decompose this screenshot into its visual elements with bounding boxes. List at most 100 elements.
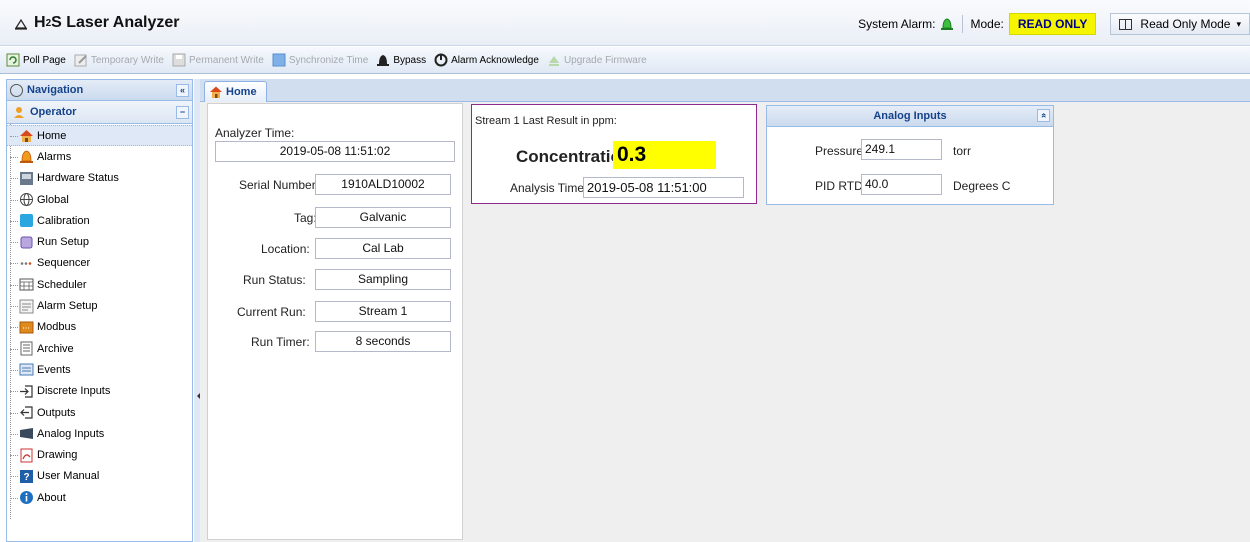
serial-number-field: 1910ALD10002 [315, 174, 451, 195]
sidebar-item-label: Scheduler [37, 278, 87, 291]
location-label: Location: [261, 242, 310, 256]
mode-badge: READ ONLY [1008, 13, 1097, 35]
sidebar-item-modbus[interactable]: Modbus [7, 317, 192, 338]
navigation-title: Navigation [27, 84, 84, 96]
acknowledge-icon [434, 53, 448, 67]
operator-section-header[interactable]: Operator − [7, 101, 192, 124]
title-bar: H2S Laser Analyzer System Alarm: Mode: R… [0, 0, 1250, 46]
warning-triangle-icon [14, 18, 28, 30]
sidebar-item-label: Events [37, 363, 71, 376]
poll-page-button[interactable]: Poll Page [6, 53, 66, 67]
sidebar-item-label: Alarm Setup [37, 300, 98, 313]
analog-inputs-icon [20, 428, 33, 440]
home-icon [20, 130, 33, 143]
sidebar-item-outputs[interactable]: Outputs [7, 402, 192, 423]
sidebar-item-label: Run Setup [37, 236, 89, 249]
about-icon [20, 491, 33, 505]
sidebar-item-about[interactable]: About [7, 487, 192, 508]
run-status-field: Sampling [315, 269, 451, 290]
sidebar-item-label: Outputs [37, 406, 76, 419]
pressure-label: Pressure [815, 144, 864, 158]
sidebar-item-label: Calibration [37, 214, 90, 227]
analog-inputs-panel: Analog Inputs » Pressure 249.1 torr PID … [766, 105, 1054, 205]
tag-field: Galvanic [315, 207, 451, 228]
sidebar-item-global[interactable]: Global [7, 189, 192, 210]
pressure-field: 249.1 [861, 139, 942, 160]
sidebar-item-label: Modbus [37, 321, 77, 334]
sidebar-item-label: Drawing [37, 449, 78, 462]
current-run-label: Current Run: [237, 305, 306, 319]
bypass-button[interactable]: Bypass [376, 53, 426, 67]
svg-text:?: ? [23, 472, 29, 483]
temporary-write-button[interactable]: Temporary Write [74, 53, 164, 67]
sidebar-item-label: User Manual [37, 470, 100, 483]
sidebar-item-sequencer[interactable]: Sequencer [7, 253, 192, 274]
navigation-panel: Navigation « Operator − Home Alarms Hard… [6, 79, 193, 542]
sidebar-item-user-manual[interactable]: ? User Manual [7, 466, 192, 487]
tab-home[interactable]: Home [204, 81, 267, 102]
hardware-icon [20, 171, 33, 185]
title-rest: S Laser Analyzer [51, 14, 180, 31]
home-icon [210, 86, 222, 98]
read-only-mode-label: Read Only Mode [1140, 17, 1231, 31]
pressure-unit: torr [953, 144, 971, 158]
separator [962, 15, 964, 33]
read-only-mode-button[interactable]: Read Only Mode ▾ [1110, 13, 1250, 35]
sidebar-item-hardware-status[interactable]: Hardware Status [7, 168, 192, 189]
sidebar-item-scheduler[interactable]: Scheduler [7, 274, 192, 295]
edit-icon [74, 54, 87, 67]
permanent-write-button[interactable]: Permanent Write [172, 53, 264, 67]
analyzer-info-panel: Analyzer Time: 2019-05-08 11:51:02 Seria… [207, 103, 463, 540]
sidebar-item-calibration[interactable]: Calibration [7, 210, 192, 231]
sidebar-item-discrete-inputs[interactable]: Discrete Inputs [7, 381, 192, 402]
drawing-icon [20, 448, 33, 463]
run-timer-field: 8 seconds [315, 331, 451, 352]
sidebar-item-label: Discrete Inputs [37, 385, 111, 398]
chevron-down-icon[interactable]: ▾ [1236, 19, 1241, 30]
home-content: Analyzer Time: 2019-05-08 11:51:02 Seria… [200, 102, 1250, 542]
sidebar-item-label: Alarms [37, 150, 72, 163]
operator-section-title: Operator [30, 106, 77, 118]
navigation-header: Navigation « [7, 80, 192, 101]
book-icon [1119, 18, 1133, 30]
synchronize-time-label: Synchronize Time [288, 54, 369, 66]
app-title: H2S Laser Analyzer [14, 14, 179, 32]
operator-user-icon [14, 107, 24, 118]
sidebar-item-analog-inputs[interactable]: Analog Inputs [7, 423, 192, 444]
stream-result-box: Stream 1 Last Result in ppm: Concentrati… [471, 104, 757, 204]
analysis-time-label: Analysis Time: [510, 181, 588, 195]
run-timer-label: Run Timer: [251, 335, 310, 349]
collapse-analog-inputs-button[interactable]: » [1037, 109, 1050, 122]
synchronize-time-button[interactable]: Synchronize Time [272, 53, 368, 67]
bypass-bell-icon [377, 55, 390, 66]
sidebar-item-home[interactable]: Home [7, 125, 192, 147]
sidebar-item-drawing[interactable]: Drawing [7, 444, 192, 465]
upgrade-icon [548, 56, 559, 66]
sidebar-item-label: Hardware Status [37, 172, 119, 185]
sidebar-item-events[interactable]: Events [7, 359, 192, 380]
pid-rtd-field: 40.0 [861, 174, 942, 195]
collapse-operator-button[interactable]: − [176, 106, 189, 119]
mode-label: Mode: [970, 17, 1004, 31]
sidebar-item-alarm-setup[interactable]: Alarm Setup [7, 295, 192, 316]
system-alarm-label: System Alarm: [858, 17, 936, 31]
location-field: Cal Lab [315, 238, 451, 259]
upgrade-firmware-button[interactable]: Upgrade Firmware [547, 53, 647, 67]
collapse-navigation-button[interactable]: « [176, 84, 189, 97]
save-icon [172, 53, 186, 67]
tab-strip: Home [200, 79, 1250, 102]
sidebar-item-label: Analog Inputs [37, 427, 105, 440]
analysis-time-field: 2019-05-08 11:51:00 [583, 177, 744, 198]
title-h: H [34, 14, 46, 31]
analyzer-time-field: 2019-05-08 11:51:02 [215, 141, 455, 162]
sidebar-item-alarms[interactable]: Alarms [7, 146, 192, 167]
sync-time-icon [272, 53, 286, 67]
status-area: System Alarm: Mode: READ ONLY Read Only … [858, 13, 1250, 35]
system-alarm-icon[interactable] [939, 16, 955, 32]
sidebar-item-run-setup[interactable]: Run Setup [7, 231, 192, 252]
alarm-acknowledge-button[interactable]: Alarm Acknowledge [434, 53, 539, 67]
scheduler-icon [19, 278, 34, 291]
sidebar-item-archive[interactable]: Archive [7, 338, 192, 359]
analyzer-time-label: Analyzer Time: [215, 126, 295, 140]
modbus-icon [19, 321, 34, 334]
